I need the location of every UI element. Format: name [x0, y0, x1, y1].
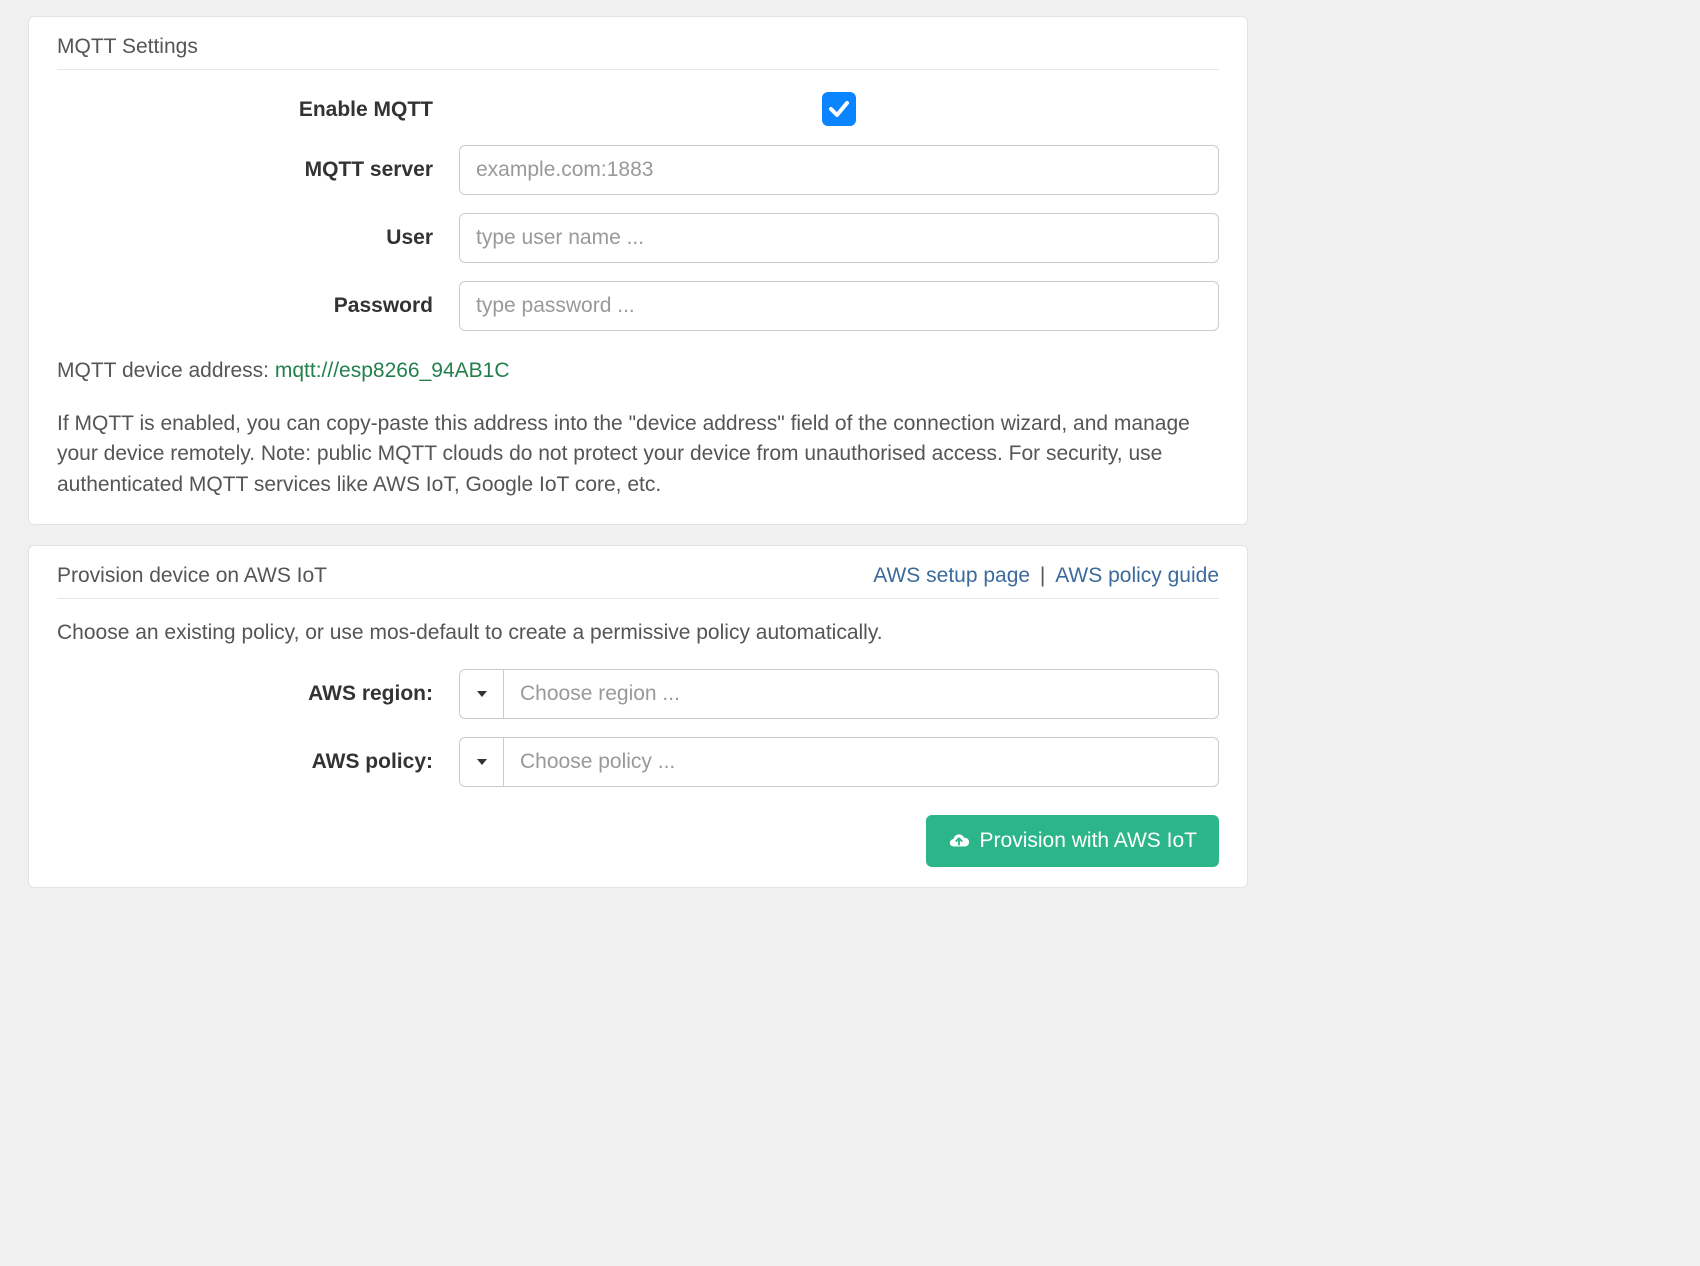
- mqtt-user-label: User: [57, 226, 459, 250]
- mqtt-settings-panel: MQTT Settings Enable MQTT MQTT server Us…: [28, 16, 1248, 525]
- aws-policy-input[interactable]: [503, 737, 1219, 787]
- mqtt-password-label: Password: [57, 294, 459, 318]
- aws-panel-header: Provision device on AWS IoT AWS setup pa…: [57, 564, 1219, 599]
- mqtt-device-address-line: MQTT device address: mqtt:///esp8266_94A…: [57, 359, 1219, 383]
- enable-mqtt-checkbox[interactable]: [822, 92, 856, 126]
- provision-button-label: Provision with AWS IoT: [980, 829, 1197, 853]
- mqtt-password-input[interactable]: [459, 281, 1219, 331]
- aws-policy-hint: Choose an existing policy, or use mos-de…: [57, 621, 1219, 645]
- aws-region-dropdown-button[interactable]: [459, 669, 503, 719]
- aws-iot-panel: Provision device on AWS IoT AWS setup pa…: [28, 545, 1248, 888]
- mqtt-panel-header: MQTT Settings: [57, 35, 1219, 70]
- aws-region-label: AWS region:: [57, 682, 459, 706]
- aws-policy-label: AWS policy:: [57, 750, 459, 774]
- mqtt-panel-title: MQTT Settings: [57, 35, 198, 59]
- mqtt-server-label: MQTT server: [57, 158, 459, 182]
- enable-mqtt-label: Enable MQTT: [57, 98, 459, 122]
- check-icon: [827, 97, 851, 121]
- mqtt-help-text: If MQTT is enabled, you can copy-paste t…: [57, 409, 1219, 500]
- mqtt-user-input[interactable]: [459, 213, 1219, 263]
- mqtt-device-address-prefix: MQTT device address:: [57, 359, 275, 382]
- caret-down-icon: [476, 690, 488, 698]
- mqtt-device-address-link[interactable]: mqtt:///esp8266_94AB1C: [275, 359, 510, 382]
- aws-region-input[interactable]: [503, 669, 1219, 719]
- cloud-upload-icon: [948, 830, 970, 852]
- aws-setup-page-link[interactable]: AWS setup page: [873, 564, 1030, 587]
- aws-panel-title: Provision device on AWS IoT: [57, 564, 327, 588]
- aws-policy-guide-link[interactable]: AWS policy guide: [1055, 564, 1219, 587]
- mqtt-server-input[interactable]: [459, 145, 1219, 195]
- link-separator: |: [1034, 564, 1051, 587]
- aws-policy-dropdown-button[interactable]: [459, 737, 503, 787]
- caret-down-icon: [476, 758, 488, 766]
- provision-aws-iot-button[interactable]: Provision with AWS IoT: [926, 815, 1219, 867]
